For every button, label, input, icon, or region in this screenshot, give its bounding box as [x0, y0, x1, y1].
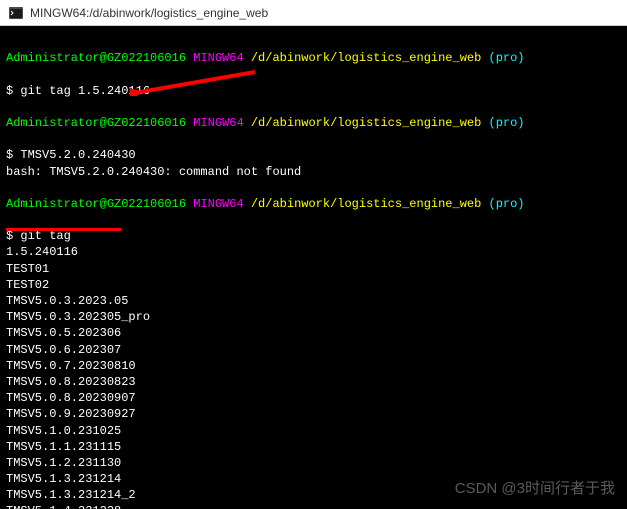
- mingw-label: MINGW64: [193, 116, 243, 130]
- tag-output: TMSV5.1.1.231115: [6, 440, 121, 454]
- tag-output: TMSV5.1.0.231025: [6, 424, 121, 438]
- tag-output: TMSV5.0.9.20230927: [6, 407, 136, 421]
- tag-output: TEST02: [6, 278, 49, 292]
- path-label: /d/abinwork/logistics_engine_web: [251, 116, 481, 130]
- branch-label: (pro): [489, 116, 525, 130]
- title-bar: MINGW64:/d/abinwork/logistics_engine_web: [0, 0, 627, 26]
- path-label: /d/abinwork/logistics_engine_web: [251, 51, 481, 65]
- mingw-label: MINGW64: [193, 51, 243, 65]
- tag-output: TMSV5.1.3.231214: [6, 472, 121, 486]
- tag-output: TMSV5.0.5.202306: [6, 326, 121, 340]
- window-title: MINGW64:/d/abinwork/logistics_engine_web: [30, 6, 268, 20]
- branch-label: (pro): [489, 197, 525, 211]
- watermark: CSDN @3时间行者于我: [455, 479, 615, 499]
- tag-output: TMSV5.0.8.20230823: [6, 375, 136, 389]
- tag-output: TMSV5.0.3.2023.05: [6, 294, 128, 308]
- prompt-symbol: $: [6, 84, 13, 98]
- prompt-line: Administrator@GZ022106016 MINGW64 /d/abi…: [6, 50, 621, 66]
- prompt-symbol: $: [6, 229, 13, 243]
- tag-output: TMSV5.0.7.20230810: [6, 359, 136, 373]
- command-2: TMSV5.2.0.240430: [20, 148, 135, 162]
- tag-output: TMSV5.0.8.20230907: [6, 391, 136, 405]
- prompt-line: Administrator@GZ022106016 MINGW64 /d/abi…: [6, 196, 621, 212]
- tag-output: TMSV5.1.2.231130: [6, 456, 121, 470]
- tag-output: 1.5.240116: [6, 245, 78, 259]
- command-3: git tag: [20, 229, 70, 243]
- error-output: bash: TMSV5.2.0.240430: command not foun…: [6, 165, 301, 179]
- tag-output: TEST01: [6, 262, 49, 276]
- terminal-output[interactable]: Administrator@GZ022106016 MINGW64 /d/abi…: [0, 26, 627, 509]
- tag-output: TMSV5.1.3.231214_2: [6, 488, 136, 502]
- mingw-label: MINGW64: [193, 197, 243, 211]
- tag-output: TMSV5.0.3.202305_pro: [6, 310, 150, 324]
- path-label: /d/abinwork/logistics_engine_web: [251, 197, 481, 211]
- user-host: Administrator@GZ022106016: [6, 51, 186, 65]
- branch-label: (pro): [489, 51, 525, 65]
- user-host: Administrator@GZ022106016: [6, 116, 186, 130]
- command-1: git tag 1.5.240116: [20, 84, 150, 98]
- prompt-symbol: $: [6, 148, 13, 162]
- terminal-icon: [8, 5, 24, 21]
- tag-output: TMSV5.1.4.231228: [6, 504, 121, 509]
- tag-output: TMSV5.0.6.202307: [6, 343, 121, 357]
- prompt-line: Administrator@GZ022106016 MINGW64 /d/abi…: [6, 115, 621, 131]
- user-host: Administrator@GZ022106016: [6, 197, 186, 211]
